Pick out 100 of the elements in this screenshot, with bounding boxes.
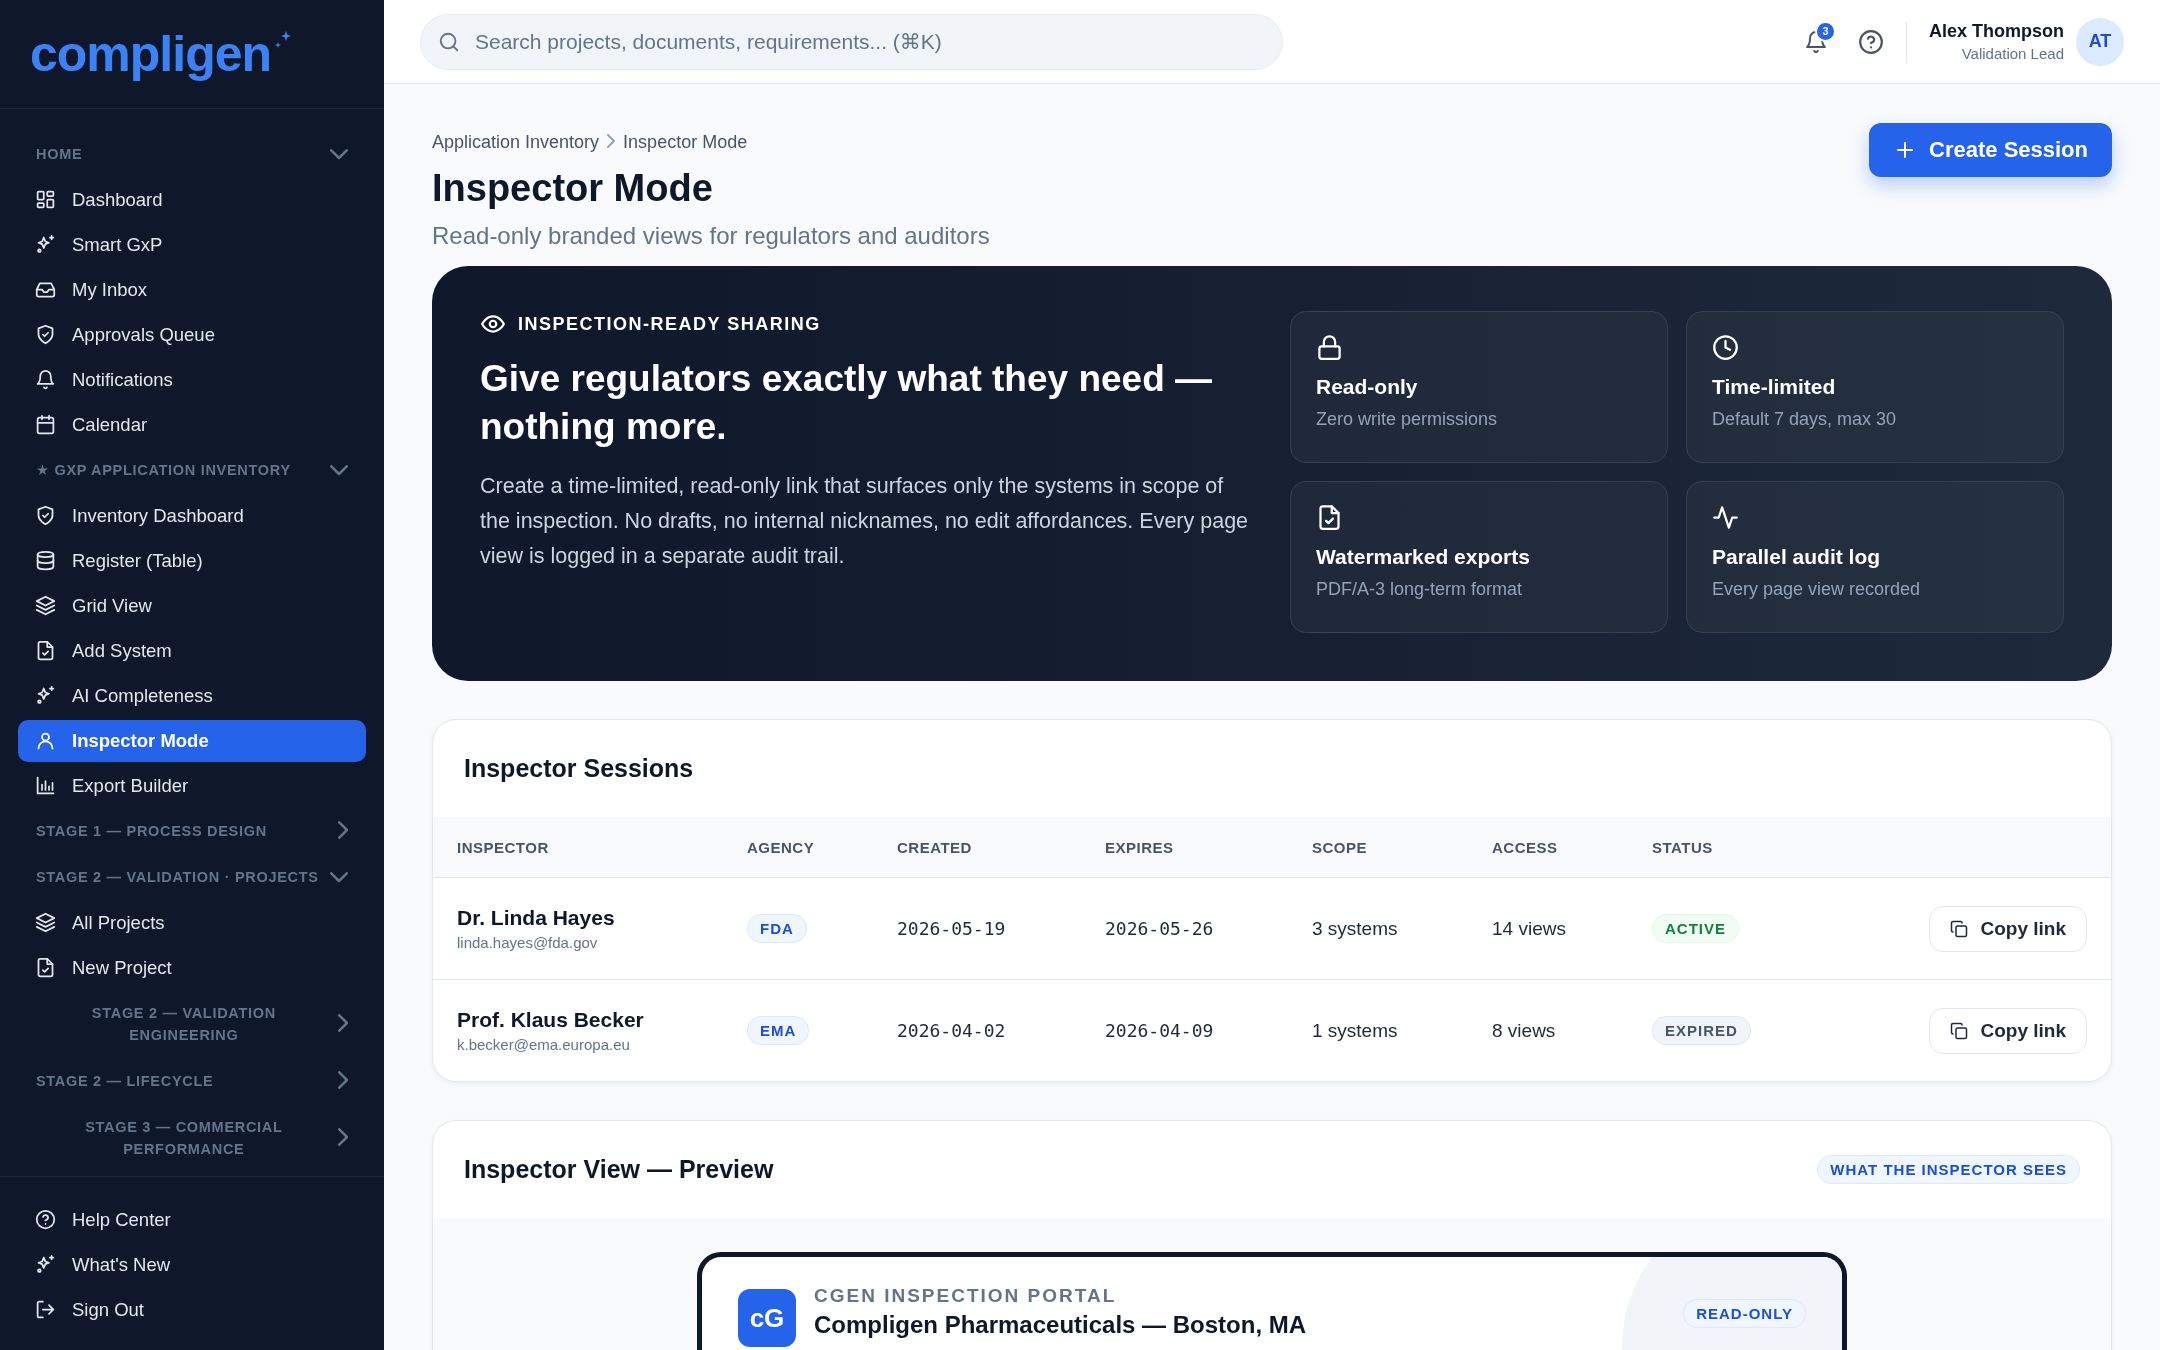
- user-icon: [35, 730, 56, 751]
- section-header[interactable]: STAGE 3 — COMMERCIAL PERFORMANCE: [18, 1104, 366, 1172]
- feature-title: Read-only: [1316, 375, 1419, 399]
- help-button[interactable]: [1858, 28, 1884, 55]
- sidebar-item[interactable]: All Projects: [18, 901, 366, 944]
- sidebar-item[interactable]: Dashboard: [18, 178, 366, 221]
- page-subtitle: Read-only branded views for regulators and auditors: [432, 222, 990, 250]
- sidebar-item[interactable]: What's New: [18, 1243, 366, 1286]
- column-header: INSPECTOR: [457, 838, 549, 856]
- sparkle-icon: [35, 685, 56, 706]
- section-header[interactable]: STAGE 2 — VALIDATION · PROJECTS: [18, 854, 366, 900]
- sidebar-item[interactable]: New Project: [18, 946, 366, 989]
- sidebar-item[interactable]: Help Center: [18, 1198, 366, 1241]
- chevron-right-icon: [607, 134, 616, 148]
- bell-icon: [1804, 29, 1828, 54]
- portal-company: Compligen Pharmaceuticals — Boston, MA: [814, 1311, 1307, 1339]
- copy-link-button[interactable]: Copy link: [1929, 1007, 2087, 1054]
- column-header: AGENCY: [747, 838, 815, 856]
- feature-detail: Zero write permissions: [1316, 409, 1499, 430]
- table-cell: 8 views: [1492, 1019, 1556, 1041]
- feature-detail: Default 7 days, max 30: [1712, 409, 1898, 430]
- chevron-down-icon: [330, 872, 348, 883]
- preview-tag: WHAT THE INSPECTOR SEES: [1817, 1155, 2080, 1184]
- logo[interactable]: compligen: [30, 25, 272, 83]
- chevron-right-icon: [337, 820, 348, 839]
- layers-icon: [35, 912, 56, 933]
- inspector-email: linda.hayes@fda.gov: [457, 934, 599, 951]
- sidebar-item[interactable]: Grid View: [18, 584, 366, 627]
- column-header: SCOPE: [1312, 838, 1367, 856]
- section-header[interactable]: STAGE 1 — PROCESS DESIGN: [18, 808, 366, 854]
- feature-detail: Every page view recorded: [1712, 579, 1922, 600]
- section-header[interactable]: HOME: [18, 131, 366, 177]
- column-header: EXPIRES: [1105, 838, 1174, 856]
- sidebar-item[interactable]: Add System: [18, 629, 366, 672]
- bar-chart-icon: [35, 775, 56, 796]
- breadcrumb-link[interactable]: Application Inventory: [432, 132, 600, 153]
- table-cell: 3 systems: [1312, 917, 1398, 939]
- table-cell: 2026-04-02: [897, 1019, 1006, 1041]
- card-title: Inspector View — Preview: [464, 1155, 774, 1184]
- bell-icon: [35, 369, 56, 390]
- portal-logo: cG: [738, 1289, 796, 1347]
- lock-icon: [1316, 334, 1343, 361]
- table-cell: 1 systems: [1312, 1019, 1398, 1041]
- search-field[interactable]: Search projects, documents, requirements... (⌘K): [420, 13, 1283, 70]
- hero-eyebrow: INSPECTION-READY SHARING: [518, 313, 821, 335]
- document-check-icon: [35, 957, 56, 978]
- sidebar-item[interactable]: Smart GxP: [18, 223, 366, 266]
- chevron-right-icon: [337, 1013, 348, 1032]
- help-icon: [1858, 28, 1884, 55]
- chevron-right-icon: [337, 1070, 348, 1089]
- feature-detail: PDF/A-3 long-term format: [1316, 579, 1524, 600]
- sidebar-item[interactable]: Notifications: [18, 358, 366, 401]
- sign-out-icon: [35, 1299, 56, 1320]
- help-icon: [35, 1209, 56, 1230]
- grid-icon: [35, 189, 56, 210]
- column-header: CREATED: [897, 838, 972, 856]
- status-tag: EXPIRED: [1652, 1016, 1751, 1045]
- sidebar-item[interactable]: AI Completeness: [18, 674, 366, 717]
- sidebar-item[interactable]: My Inbox: [18, 268, 366, 311]
- section-header[interactable]: STAGE 2 — VALIDATION ENGINEERING: [18, 990, 366, 1058]
- portal-eyebrow: CGEN INSPECTION PORTAL: [814, 1285, 1118, 1307]
- copy-icon: [1950, 919, 1969, 938]
- notifications-button[interactable]: 3: [1804, 20, 1836, 54]
- user-avatar[interactable]: AT: [2076, 17, 2124, 66]
- search-icon: [438, 30, 460, 53]
- sidebar-item[interactable]: Export Builder: [18, 764, 366, 807]
- create-session-button[interactable]: Create Session: [1869, 123, 2112, 177]
- document-check-icon: [35, 640, 56, 661]
- agency-tag: FDA: [747, 914, 807, 943]
- database-icon: [35, 550, 56, 571]
- copy-icon: [1950, 1021, 1969, 1040]
- sidebar-item[interactable]: Calendar: [18, 403, 366, 446]
- section-header[interactable]: STAGE 2 — LIFECYCLE: [18, 1058, 366, 1104]
- section-header[interactable]: ★ GXP APPLICATION INVENTORY: [18, 447, 366, 493]
- feature-title: Time-limited: [1712, 375, 1837, 399]
- column-header: STATUS: [1652, 838, 1713, 856]
- hero-description: Create a time-limited, read-only link that surfaces only the systems in scope of the inspection. No drafts, no internal nicknames, no edit affordances. Every page view is logged in a separate audit trail.: [480, 473, 1250, 570]
- sidebar-item[interactable]: Approvals Queue: [18, 313, 366, 356]
- read-only-tag: READ-ONLY: [1683, 1299, 1806, 1328]
- chevron-down-icon: [330, 149, 348, 160]
- sidebar-item[interactable]: Sign Out: [18, 1288, 366, 1331]
- table-cell: 2026-05-19: [897, 917, 1006, 939]
- sidebar-item[interactable]: Inspector Mode: [18, 719, 366, 762]
- copy-link-button[interactable]: Copy link: [1929, 905, 2087, 952]
- status-tag: ACTIVE: [1652, 914, 1739, 943]
- calendar-icon: [35, 414, 56, 435]
- clock-icon: [1712, 334, 1739, 361]
- inspector-name: Prof. Klaus Becker: [457, 1008, 645, 1032]
- card-title: Inspector Sessions: [464, 754, 694, 783]
- sidebar-item[interactable]: Register (Table): [18, 539, 366, 582]
- inspector-email: k.becker@ema.europa.eu: [457, 1036, 631, 1053]
- chevron-down-icon: [330, 465, 348, 476]
- shield-check-icon: [35, 324, 56, 345]
- agency-tag: EMA: [747, 1016, 810, 1045]
- sidebar-item[interactable]: Inventory Dashboard: [18, 494, 366, 537]
- feature-title: Parallel audit log: [1712, 545, 1882, 569]
- chevron-right-icon: [337, 1127, 348, 1146]
- sparkle-icon: [35, 1254, 56, 1275]
- layers-icon: [35, 595, 56, 616]
- inspector-name: Dr. Linda Hayes: [457, 906, 616, 930]
